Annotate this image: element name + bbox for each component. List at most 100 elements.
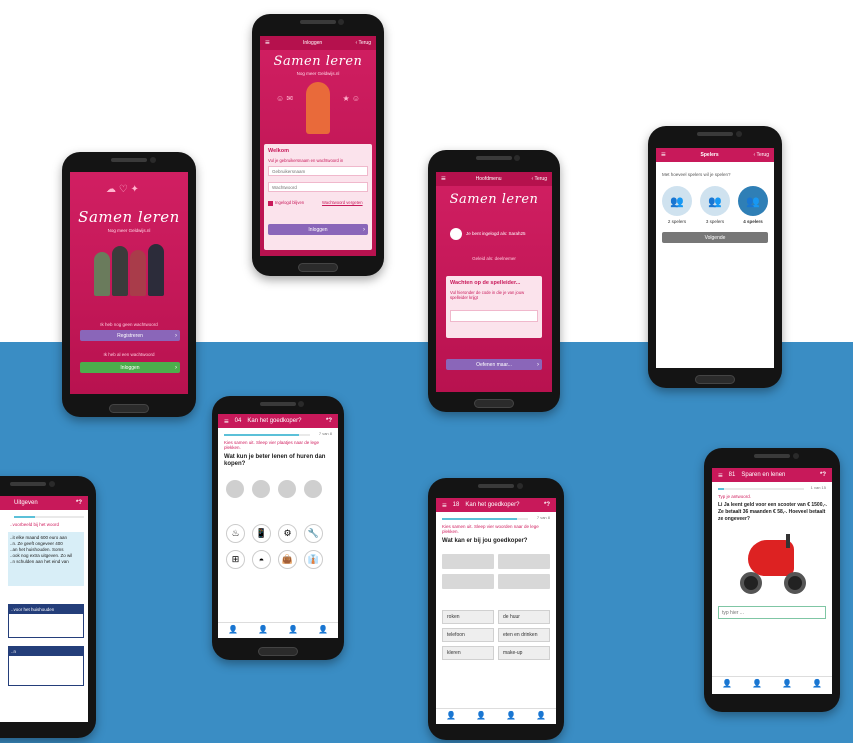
quiz-question: Wat kan er bij jou goedkoper? [442,538,528,544]
user-icon[interactable]: 👤 [722,679,732,688]
app-logo: Samen leren [273,54,363,69]
empty-slot[interactable] [278,480,296,498]
hamburger-icon[interactable]: ≡ [718,471,723,480]
home-button[interactable] [258,647,298,656]
progress-fill [718,488,725,490]
empty-slot[interactable] [442,554,494,569]
back-link[interactable]: ‹ Terug [754,152,769,158]
home-button[interactable] [695,375,735,384]
question-icon[interactable]: *? [544,502,550,508]
answer-card[interactable]: ..voor het huishouden [8,604,84,638]
players-screen: ≡ Spelers ‹ Terug Met hoeveel spelers wi… [656,148,774,368]
jacket-icon[interactable]: 👔 [304,550,323,569]
phone-icon[interactable]: 📱 [252,524,271,543]
helmet-icon[interactable]: ◓ [252,550,271,569]
empty-slot[interactable] [252,480,270,498]
word-option[interactable]: telefoon [442,628,494,642]
answer-input[interactable] [718,606,826,619]
question-icon[interactable]: *? [76,500,82,506]
bottom-nav: 👤 👤 👤 👤 [712,676,832,690]
quiz-header: Uitgeven *? [0,496,88,510]
players-question: Met hoeveel spelers wil je spelen? [662,172,731,177]
top-bar: ≡ Hoofdmenu ‹ Terug [436,172,552,186]
topbar-title: Hoofdmenu [475,176,502,182]
answer-card[interactable]: ..n [8,646,84,686]
welcome-heading: Welkom [268,148,289,154]
option-label: 4 spelers [743,219,763,224]
submit-login-button[interactable]: Inloggen › [268,224,368,235]
bottom-nav: 👤 👤 👤 👤 [218,622,338,636]
hamburger-icon[interactable]: ≡ [661,151,666,159]
next-button[interactable]: Volgende [662,232,768,243]
quiz-words-screen: ≡ 18 Kan het goedkoper? *? 7 van 8 Kies … [436,498,556,724]
user-icon[interactable]: 👤 [228,625,238,634]
drill-icon[interactable]: 🔧 [304,524,323,543]
answer-card-header: ..n [9,647,83,656]
instruction-heading: ..voorbeeld bij het woord [10,522,60,527]
code-input[interactable] [450,310,538,322]
user-icon [450,228,462,240]
ladder-icon[interactable]: ⊞ [226,550,245,569]
practice-button[interactable]: Oefenen maar... › [446,359,542,370]
forgot-password-link[interactable]: Wachtwoord vergeten [322,200,363,205]
word-option[interactable]: make-up [498,646,550,660]
word-option[interactable]: roken [442,610,494,624]
empty-slot[interactable] [226,480,244,498]
people-photo [84,240,174,296]
quiz-header: ≡ 04 Kan het goedkoper? *? [218,414,338,428]
quiz-progress [442,518,528,520]
home-button[interactable] [109,404,149,413]
sander-icon[interactable]: ⚙ [278,524,297,543]
bag-icon[interactable]: 👜 [278,550,297,569]
phone-saving-lending: ≡ 81 Sparen en lenen *? 1 van 15 Typ je … [704,448,840,712]
empty-slot[interactable] [442,574,494,589]
app-logo: Samen leren [78,208,180,226]
hamburger-icon[interactable]: ≡ [265,39,270,47]
user-icon[interactable]: 👤 [536,711,546,720]
hamburger-icon[interactable]: ≡ [442,501,447,510]
four-players-option[interactable]: 👥 [738,186,768,216]
role-text: Geleid als: deelnemer [472,256,516,261]
back-label: Terug [358,40,371,46]
progress-fill [224,434,300,436]
home-button[interactable] [474,399,514,408]
hamburger-icon[interactable]: ≡ [224,417,229,426]
user-icon[interactable]: 👤 [812,679,822,688]
home-button[interactable] [298,263,338,272]
back-link[interactable]: ‹ Terug [356,40,371,46]
back-label: Terug [534,176,547,182]
hamburger-icon[interactable]: ≡ [441,175,446,183]
word-option[interactable]: kleren [442,646,494,660]
word-option[interactable]: eten en drinken [498,628,550,642]
user-icon[interactable]: 👤 [446,711,456,720]
quiz-progress [718,488,804,490]
iron-icon[interactable]: ♨ [226,524,245,543]
back-link[interactable]: ‹ Terug [532,176,547,182]
login-intro: Vul je gebruikersnaam en wachtwoord in [268,158,344,163]
user-icon[interactable]: 👤 [258,625,268,634]
user-icon[interactable]: 👤 [476,711,486,720]
login-button[interactable]: Inloggen › [80,362,180,373]
question-icon[interactable]: *? [326,418,332,424]
remember-checkbox[interactable] [268,201,273,206]
doodle-icons: ☺ ✉ [276,94,294,103]
word-option[interactable]: de huur [498,610,550,624]
user-icon[interactable]: 👤 [782,679,792,688]
user-icon[interactable]: 👤 [752,679,762,688]
user-icon[interactable]: 👤 [318,625,328,634]
three-players-option[interactable]: 👥 [700,186,730,216]
register-button[interactable]: Registreren › [80,330,180,341]
user-icon[interactable]: 👤 [506,711,516,720]
progress-label: 1 van 15 [810,485,826,490]
user-icon[interactable]: 👤 [288,625,298,634]
empty-slot[interactable] [498,554,550,569]
quiz-title: Kan het goedkoper? [247,418,302,424]
instruction: Kies samen uit. Sleep vier woorden naar … [442,524,539,534]
password-input[interactable] [268,182,368,192]
question-icon[interactable]: *? [820,472,826,478]
empty-slot[interactable] [304,480,322,498]
empty-slot[interactable] [498,574,550,589]
instruction: Typ je antwoord. [718,494,752,499]
username-input[interactable] [268,166,368,176]
two-players-option[interactable]: 👥 [662,186,692,216]
